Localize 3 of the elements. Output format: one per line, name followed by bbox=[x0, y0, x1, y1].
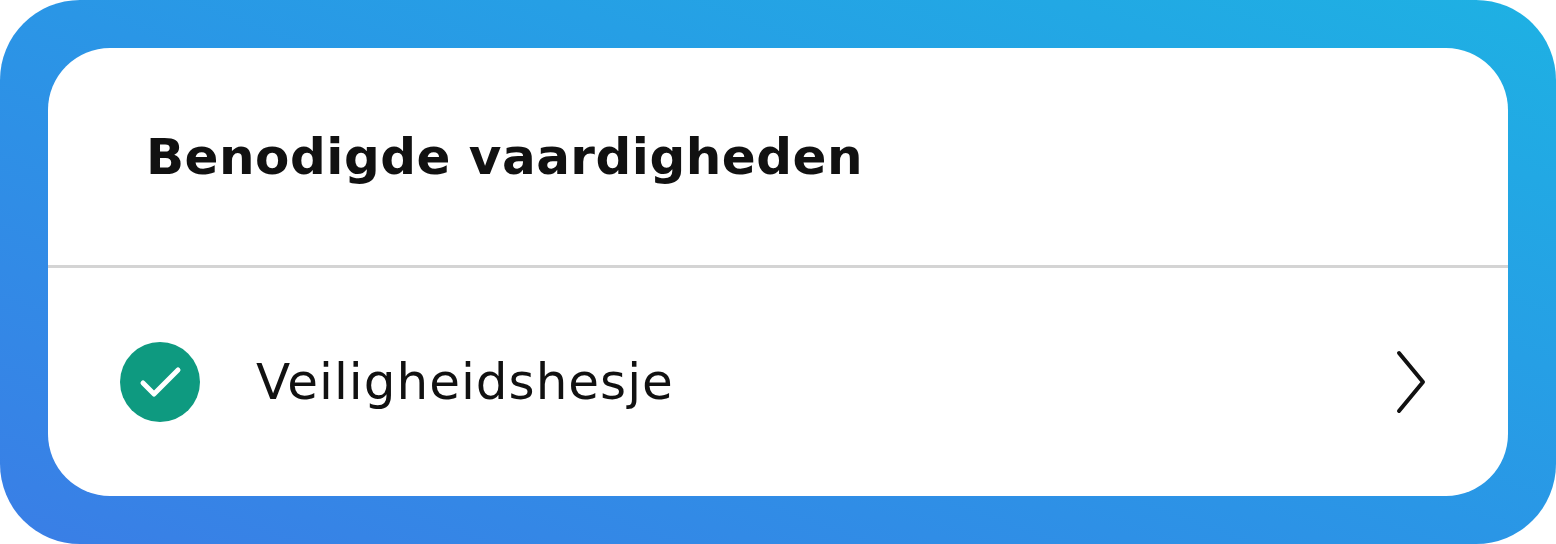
skill-label[interactable]: Veiligheidshesje bbox=[256, 353, 1396, 411]
card-title: Benodigde vaardigheden bbox=[146, 127, 864, 186]
chevron-right-icon[interactable] bbox=[1396, 350, 1426, 414]
